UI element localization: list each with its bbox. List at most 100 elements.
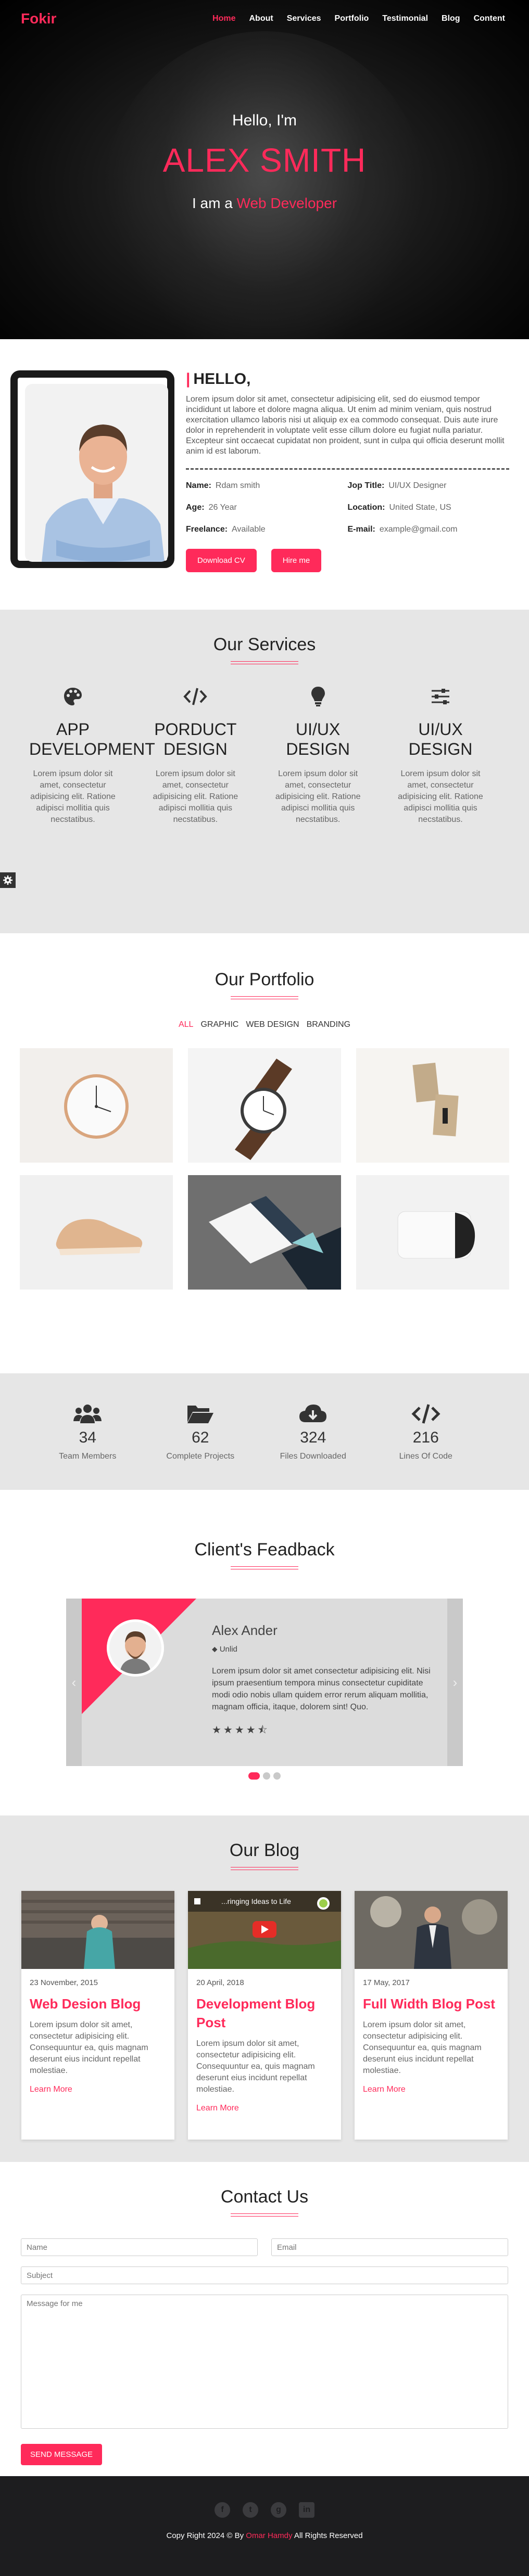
portfolio-section: Our Portfolio ALL GRAPHIC WEB DESIGN BRA… <box>0 933 529 1373</box>
client-name: Alex Ander <box>212 1622 278 1638</box>
github-icon[interactable]: g <box>271 2502 286 2518</box>
service-title: PORDUCT DESIGN <box>154 720 237 758</box>
service-card: UI/UX DESIGN Lorem ipsum dolor sit amet,… <box>274 683 362 826</box>
portfolio-item-business-cards[interactable] <box>356 1048 509 1163</box>
blog-post-card: 23 November, 2015 Web Desion Blog Lorem … <box>21 1891 174 2140</box>
send-message-button[interactable]: SEND MESSAGE <box>21 2444 103 2465</box>
portfolio-item-wristwatch[interactable] <box>188 1048 341 1163</box>
nav-item-home[interactable]: Home <box>212 14 235 23</box>
counter-label: Files Downloaded <box>280 1452 346 1461</box>
post-date: 23 November, 2015 <box>30 1978 98 1987</box>
info-value: UI/UX Designer <box>388 481 447 490</box>
download-cv-button[interactable]: Download CV <box>186 549 257 572</box>
filter-branding[interactable]: BRANDING <box>307 1020 350 1029</box>
service-desc: Lorem ipsum dolor sit amet, consectetur … <box>30 769 116 824</box>
copyright-prefix: Copy Right 2024 © By <box>166 2531 244 2540</box>
service-desc: Lorem ipsum dolor sit amet, consectetur … <box>275 769 361 824</box>
sliders-icon <box>397 683 484 710</box>
carousel-dot[interactable] <box>263 1772 270 1780</box>
portfolio-item-device[interactable] <box>356 1175 509 1290</box>
service-card: PORDUCT DESIGN Lorem ipsum dolor sit ame… <box>152 683 239 826</box>
hero-role-prefix: I am a <box>192 195 233 211</box>
info-label: Jop Title: <box>347 481 385 490</box>
about-buttons: Download CV Hire me <box>186 549 509 572</box>
portfolio-filters: ALL GRAPHIC WEB DESIGN BRANDING <box>0 1020 529 1029</box>
copyright-suffix: All Rights Reserved <box>294 2531 363 2540</box>
blog-post-video[interactable]: ...ringing Ideas to Life <box>188 1891 341 1969</box>
blog-section: Our Blog 23 November, 2015 Web Desion Bl… <box>0 1815 529 2162</box>
facebook-icon[interactable]: f <box>215 2502 230 2518</box>
video-title: ...ringing Ideas to Life <box>221 1897 291 1905</box>
carousel-dots <box>0 1772 529 1780</box>
about-heading-text: HELLO, <box>193 370 251 388</box>
post-excerpt: Lorem ipsum dolor sit amet, consectetur … <box>30 2020 148 2075</box>
portfolio-item-stationery[interactable] <box>188 1175 341 1290</box>
post-date: 17 May, 2017 <box>363 1978 410 1987</box>
info-name: Name: Rdam smith <box>186 481 348 491</box>
filter-web-design[interactable]: WEB DESIGN <box>246 1020 299 1029</box>
post-title[interactable]: Development Blog Post <box>188 1987 341 2032</box>
section-title: Our Services <box>213 635 316 654</box>
feedback-section: Client's Feadback ‹ Alex Ander ⬥ Unlid L… <box>0 1490 529 1815</box>
twitter-icon[interactable]: t <box>243 2502 258 2518</box>
users-icon <box>35 1402 140 1426</box>
carousel-dot-active[interactable] <box>248 1772 260 1780</box>
carousel-prev-button[interactable]: ‹ <box>66 1599 82 1766</box>
filter-all[interactable]: ALL <box>179 1020 193 1029</box>
title-underline <box>231 1867 298 1870</box>
title-underline <box>231 2213 298 2217</box>
testimonial-card: ‹ Alex Ander ⬥ Unlid Lorem ipsum dolor s… <box>66 1599 463 1766</box>
email-field[interactable] <box>271 2238 508 2256</box>
about-paragraph: Lorem ipsum dolor sit amet, consectetur … <box>186 395 505 456</box>
code-icon <box>152 683 239 710</box>
cloud-download-icon <box>261 1402 365 1426</box>
subject-field[interactable] <box>21 2266 508 2284</box>
copyright-author[interactable]: Omar Hamdy <box>246 2531 292 2540</box>
about-heading: | HELLO, <box>186 370 509 388</box>
brand-logo[interactable]: Fokir <box>21 10 56 27</box>
learn-more-link[interactable]: Learn More <box>188 2095 341 2113</box>
info-label: Age: <box>186 503 205 512</box>
counter-value: 324 <box>300 1429 326 1446</box>
palette-icon <box>29 683 117 710</box>
lightbulb-icon <box>274 683 362 710</box>
settings-gear-button[interactable] <box>0 872 16 888</box>
nav-item-testimonial[interactable]: Testimonial <box>382 14 428 23</box>
nav-menu: Home About Services Portfolio Testimonia… <box>199 14 505 23</box>
counter-value: 62 <box>192 1429 209 1446</box>
message-field[interactable] <box>21 2295 508 2429</box>
gear-icon <box>3 875 12 885</box>
info-label: Freelance: <box>186 525 228 534</box>
learn-more-link[interactable]: Learn More <box>21 2077 174 2094</box>
nav-item-about[interactable]: About <box>249 14 273 23</box>
hero-greeting: Hello, I'm <box>232 112 297 129</box>
carousel-next-button[interactable]: › <box>447 1599 463 1766</box>
linkedin-icon[interactable]: in <box>299 2502 314 2518</box>
nav-item-blog[interactable]: Blog <box>442 14 460 23</box>
service-card: APP DEVELOPMENT Lorem ipsum dolor sit am… <box>29 683 155 826</box>
nav-item-content[interactable]: Content <box>474 14 505 23</box>
counter-label: Team Members <box>59 1452 117 1461</box>
testimonial-text: Lorem ipsum dolor sit amet consectetur a… <box>212 1667 431 1711</box>
portfolio-item-sneaker[interactable] <box>20 1175 173 1290</box>
carousel-dot[interactable] <box>273 1772 281 1780</box>
learn-more-link[interactable]: Learn More <box>355 2077 508 2094</box>
info-job-title: Jop Title: UI/UX Designer <box>348 481 510 491</box>
post-title[interactable]: Web Desion Blog <box>21 1987 174 2013</box>
hire-me-button[interactable]: Hire me <box>271 549 322 572</box>
navbar: Fokir Home About Services Portfolio Test… <box>0 0 529 37</box>
post-title[interactable]: Full Width Blog Post <box>355 1987 508 2013</box>
name-field[interactable] <box>21 2238 258 2256</box>
subject-row <box>21 2266 508 2284</box>
title-underline <box>231 661 298 664</box>
copyright: Copy Right 2024 © By Omar Hamdy All Righ… <box>0 2531 529 2540</box>
filter-graphic[interactable]: GRAPHIC <box>200 1020 238 1029</box>
counter-lines-of-code: 216 Lines Of Code <box>374 1402 478 1461</box>
nav-item-services[interactable]: Services <box>287 14 321 23</box>
social-links: f t g in <box>0 2502 529 2518</box>
nav-item-portfolio[interactable]: Portfolio <box>335 14 369 23</box>
section-title: Contact Us <box>220 2187 309 2207</box>
portfolio-item-wall-clock[interactable] <box>20 1048 173 1163</box>
info-label: Name: <box>186 481 211 490</box>
service-title: UI/UX DESIGN <box>408 720 473 758</box>
